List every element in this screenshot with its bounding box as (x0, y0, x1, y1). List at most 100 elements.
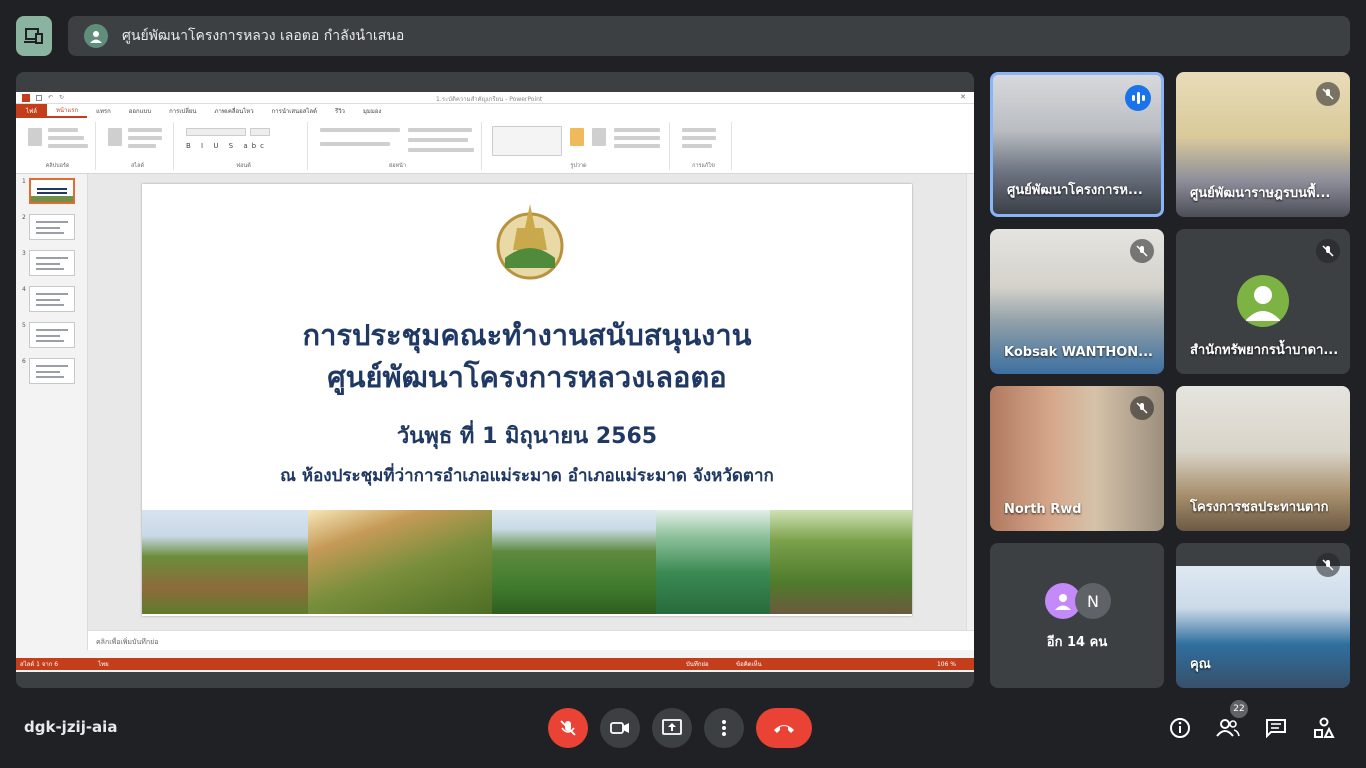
ribbon-group-slides: สไลด์ (102, 122, 174, 170)
person-icon (90, 31, 102, 43)
slide-canvas: การประชุมคณะทำงานสนับสนุนงาน ศูนย์พัฒนาโ… (88, 174, 974, 630)
slide-title-line1: การประชุมคณะทำงานสนับสนุนงาน (302, 318, 752, 352)
status-comments-button[interactable]: ข้อคิดเห็น (736, 659, 762, 669)
tab-view[interactable]: มุมมอง (354, 106, 390, 116)
tab-transitions[interactable]: การเปลี่ยน (160, 106, 205, 116)
vertical-scrollbar[interactable] (966, 174, 974, 630)
ribbon-group-drawing: รูปวาด (488, 122, 670, 170)
more-vert-icon (722, 720, 726, 736)
devices-icon (24, 28, 43, 44)
present-screen-icon (662, 719, 682, 735)
info-icon (1170, 718, 1190, 738)
royal-project-logo (496, 204, 564, 280)
status-zoom[interactable]: 106 % (937, 661, 956, 668)
people-button[interactable] (1214, 714, 1242, 742)
photo-terraces (492, 510, 656, 614)
self-name: คุณ (1190, 657, 1211, 672)
participant-avatar (1237, 275, 1289, 327)
slide-thumbnail[interactable] (29, 322, 75, 348)
mic-off-icon (560, 720, 576, 736)
mic-off-icon (1130, 396, 1154, 420)
slide-thumbnail[interactable] (29, 178, 75, 204)
meeting-details-button[interactable] (1166, 714, 1194, 742)
participant-name: Kobsak WANTHON... (1004, 345, 1153, 360)
participant-letter-avatar: N (1075, 583, 1111, 619)
presenting-banner: ศูนย์พัฒนาโครงการหลวง เลอตอ กำลังนำเสนอ (68, 16, 1350, 56)
person-icon (1055, 594, 1071, 610)
tab-file[interactable]: ไฟล์ (16, 104, 47, 118)
tab-animations[interactable]: ภาพเคลื่อนไหว (206, 106, 263, 116)
camera-icon (610, 722, 629, 734)
tab-design[interactable]: ออกแบบ (120, 106, 160, 116)
end-call-icon (774, 725, 794, 733)
slide-thumbnail-pane: 1 2 3 4 5 6 (16, 174, 88, 650)
ribbon-group-editing: การแก้ไข (676, 122, 732, 170)
speaking-indicator-icon (1125, 85, 1151, 111)
ppt-ribbon: คลิปบอร์ด สไลด์ B I U S abc ฟอนต์ ย่อหน้… (16, 118, 974, 174)
ppt-titlebar: ↶ ↻ 1.ระบัติความสำคัญเกรียน - PowerPoint… (16, 92, 974, 104)
meeting-code: dgk-jzij-aia (24, 718, 118, 736)
participant-tile[interactable]: North Rwd (990, 386, 1164, 531)
participant-overflow-tile[interactable]: N อีก 14 คน (990, 543, 1164, 688)
ppt-ribbon-tabs: ไฟล์ หน้าแรก แทรก ออกแบบ การเปลี่ยน ภาพเ… (16, 104, 974, 118)
ribbon-group-clipboard: คลิปบอร์ด (20, 122, 96, 170)
camera-toggle-button[interactable] (600, 708, 640, 748)
activities-icon (1314, 717, 1335, 738)
participant-tile[interactable]: ศูนย์พัฒนาราษฎรบนพื้... (1176, 72, 1350, 217)
more-participants-label: อีก 14 คน (1046, 635, 1108, 650)
tab-slideshow[interactable]: การนำเสนอสไลด์ (263, 106, 326, 116)
photo-orchard (770, 510, 912, 614)
mic-off-icon (1130, 239, 1154, 263)
photo-farm-fields (308, 510, 492, 614)
participant-name: โครงการชลประทานตาก (1190, 500, 1329, 515)
slide-thumbnail[interactable] (29, 286, 75, 312)
people-count-badge: 22 (1230, 700, 1248, 718)
close-icon: ✕ (960, 93, 966, 101)
notes-pane[interactable]: คลิกเพื่อเพิ่มบันทึกย่อ (88, 630, 974, 650)
tab-insert[interactable]: แทรก (87, 106, 120, 116)
undo-icon: ↶ (48, 94, 54, 101)
activities-button[interactable] (1310, 714, 1338, 742)
photo-greenhouse (656, 510, 770, 614)
person-icon (1245, 286, 1281, 321)
participant-tile[interactable]: ศูนย์พัฒนาโครงการห... (990, 72, 1164, 217)
leave-call-button[interactable] (756, 708, 812, 748)
ribbon-group-font: B I U S abc ฟอนต์ (180, 122, 308, 170)
ribbon-group-paragraph: ย่อหน้า (314, 122, 482, 170)
status-notes-button[interactable]: บันทึกย่อ (686, 659, 709, 669)
ppt-statusbar: สไลด์ 1 จาก 6 ไทย บันทึกย่อ ข้อคิดเห็น 1… (16, 658, 974, 670)
status-slide-count: สไลด์ 1 จาก 6 (20, 661, 59, 668)
presentation-stage: ↶ ↻ 1.ระบัติความสำคัญเกรียน - PowerPoint… (16, 72, 974, 688)
mic-off-icon (1316, 82, 1340, 106)
participant-tile[interactable]: สำนักทรัพยากรน้ำบาดา... (1176, 229, 1350, 374)
slide-thumbnail[interactable] (29, 214, 75, 240)
font-format-buttons[interactable]: B I U S abc (186, 142, 268, 150)
participant-name: สำนักทรัพยากรน้ำบาดา... (1190, 343, 1339, 358)
mic-off-icon (1316, 239, 1340, 263)
participant-name: ศูนย์พัฒนาโครงการห... (1007, 183, 1143, 198)
more-options-button[interactable] (704, 708, 744, 748)
present-screen-button[interactable] (652, 708, 692, 748)
participant-tile[interactable]: Kobsak WANTHON... (990, 229, 1164, 374)
tab-home[interactable]: หน้าแรก (46, 104, 88, 118)
mic-toggle-button[interactable] (548, 708, 588, 748)
slide-thumbnail[interactable] (29, 358, 75, 384)
chat-button[interactable] (1262, 714, 1290, 742)
mic-off-icon (1316, 553, 1340, 577)
participant-name: ศูนย์พัฒนาราษฎรบนพื้... (1190, 186, 1331, 201)
presenting-text: ศูนย์พัฒนาโครงการหลวง เลอตอ กำลังนำเสนอ (122, 28, 405, 44)
redo-icon: ↻ (59, 94, 65, 101)
slide-thumbnail[interactable] (29, 250, 75, 276)
slide-date: วันพุธ ที่ 1 มิถุนายน 2565 (396, 424, 658, 449)
self-view-tile[interactable]: คุณ (1176, 543, 1350, 688)
slide-title-line2: ศูนย์พัฒนาโครงการหลวงเลอตอ (327, 360, 727, 394)
slide[interactable]: การประชุมคณะทำงานสนับสนุนงาน ศูนย์พัฒนาโ… (142, 184, 912, 616)
tab-review[interactable]: รีวิว (326, 106, 354, 116)
save-icon (36, 94, 42, 101)
people-icon (1216, 719, 1240, 737)
chat-icon (1266, 719, 1286, 738)
layout-toggle-button[interactable] (16, 16, 52, 56)
status-language: ไทย (98, 661, 109, 668)
participant-tile[interactable]: โครงการชลประทานตาก (1176, 386, 1350, 531)
slide-photo-strip (142, 510, 912, 614)
